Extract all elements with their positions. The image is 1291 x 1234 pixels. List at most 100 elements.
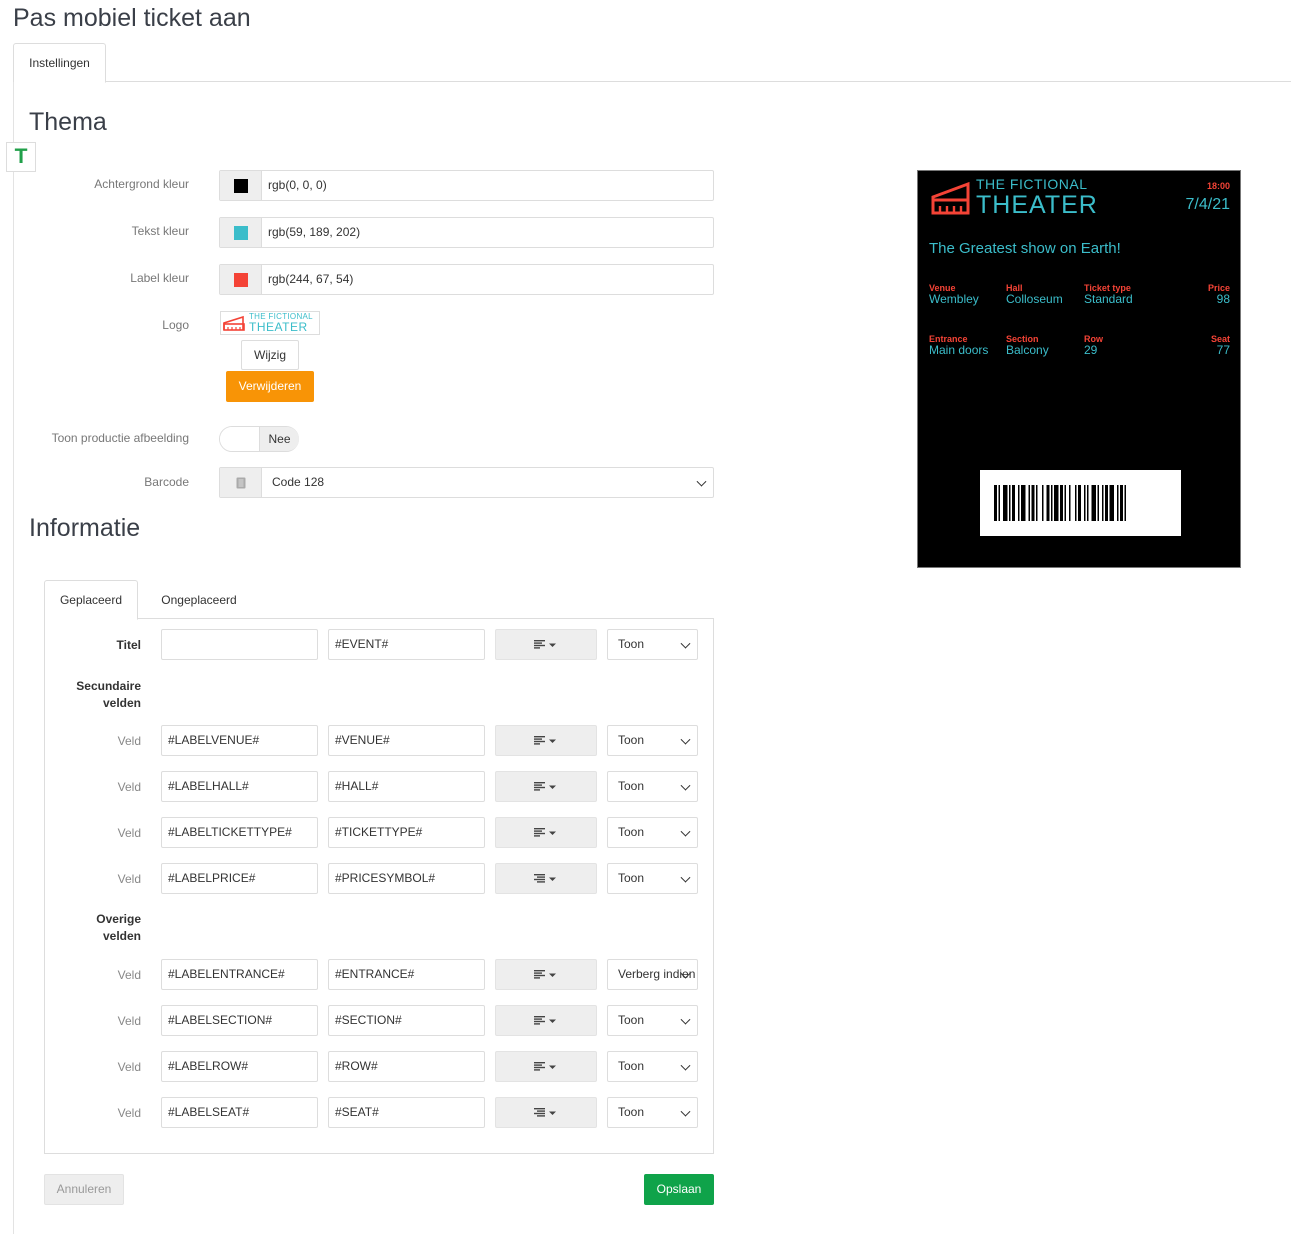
- main-tabs: Instellingen: [13, 43, 1291, 83]
- barcode-bar: [1124, 485, 1126, 521]
- field-visibility-select[interactable]: Toon: [607, 1097, 698, 1128]
- ticket-field-value: Colloseum: [1006, 292, 1063, 307]
- background-color-field[interactable]: rgb(0, 0, 0): [219, 170, 714, 201]
- secondary-fields-heading: Secundaire velden: [76, 678, 141, 712]
- field-align-button[interactable]: [495, 725, 597, 756]
- toggle-knob[interactable]: [220, 427, 260, 451]
- field-align-button[interactable]: [495, 1097, 597, 1128]
- label-color-input[interactable]: rgb(244, 67, 54): [262, 265, 713, 294]
- field-label-input[interactable]: #LABELVENUE#: [161, 725, 318, 756]
- save-button[interactable]: Opslaan: [644, 1174, 714, 1205]
- title-value-input[interactable]: #EVENT#: [328, 629, 485, 660]
- ticket-field: Seat 77: [1211, 334, 1230, 358]
- field-value-input[interactable]: #HALL#: [328, 771, 485, 802]
- field-visibility-select[interactable]: Toon: [607, 1051, 698, 1082]
- field-align-button[interactable]: [495, 959, 597, 990]
- field-visibility-select[interactable]: Toon: [607, 863, 698, 894]
- barcode-label: Barcode: [144, 475, 189, 489]
- background-color-label: Achtergrond kleur: [94, 177, 189, 191]
- logo-preview: THE FICTIONAL THEATER: [220, 311, 320, 335]
- label-color-picker[interactable]: [220, 265, 262, 294]
- barcode-graphic: [994, 485, 1126, 521]
- align-left-icon: [534, 969, 556, 979]
- barcode-select-value: Code 128: [272, 475, 325, 489]
- chevron-down-icon: [680, 872, 691, 883]
- barcode-bar: [1102, 485, 1104, 521]
- field-align-button[interactable]: [495, 1051, 597, 1082]
- barcode-bar: [1117, 485, 1119, 521]
- title-align-button[interactable]: [495, 629, 597, 660]
- theater-logo-icon: [931, 181, 970, 215]
- secondary-heading-line2: velden: [102, 696, 141, 710]
- barcode-select[interactable]: Code 128: [262, 468, 713, 497]
- field-visibility-value: Toon: [618, 825, 645, 839]
- barcode-bar: [1120, 485, 1123, 521]
- show-production-image-toggle[interactable]: Nee: [219, 426, 299, 452]
- field-value-input[interactable]: #TICKETTYPE#: [328, 817, 485, 848]
- info-tabs: Geplaceerd Ongeplaceerd: [44, 580, 714, 620]
- chevron-down-icon: [680, 1106, 691, 1117]
- ticket-field-value: 98: [1216, 292, 1230, 307]
- field-label-input[interactable]: #LABELENTRANCE#: [161, 959, 318, 990]
- remove-logo-button[interactable]: Verwijderen: [226, 371, 314, 402]
- field-visibility-select[interactable]: Verberg indien leeg: [607, 959, 698, 990]
- field-row-label: Veld: [117, 1106, 141, 1120]
- field-value-input[interactable]: #ENTRANCE#: [328, 959, 485, 990]
- cancel-button[interactable]: Annuleren: [44, 1174, 124, 1205]
- barcode-field[interactable]: Code 128: [219, 467, 714, 498]
- chevron-down-icon: [680, 1060, 691, 1071]
- tab-instellingen[interactable]: Instellingen: [13, 43, 106, 83]
- ticket-logo-line1: THE FICTIONAL: [976, 176, 1088, 192]
- text-color-picker[interactable]: [220, 218, 262, 247]
- field-value-input[interactable]: #PRICESYMBOL#: [328, 863, 485, 894]
- field-visibility-select[interactable]: Toon: [607, 817, 698, 848]
- field-label-input[interactable]: #LABELROW#: [161, 1051, 318, 1082]
- field-label-input[interactable]: #LABELPRICE#: [161, 863, 318, 894]
- barcode-bar: [1078, 485, 1081, 521]
- field-value-input[interactable]: #SEAT#: [328, 1097, 485, 1128]
- field-visibility-select[interactable]: Toon: [607, 771, 698, 802]
- align-right-icon: [534, 1107, 556, 1117]
- field-label-input[interactable]: #LABELHALL#: [161, 771, 318, 802]
- field-label-input[interactable]: #LABELSECTION#: [161, 1005, 318, 1036]
- background-color-picker[interactable]: [220, 171, 262, 200]
- align-right-icon: [534, 873, 556, 883]
- field-value-input[interactable]: #ROW#: [328, 1051, 485, 1082]
- text-color-input[interactable]: rgb(59, 189, 202): [262, 218, 713, 247]
- change-logo-button[interactable]: Wijzig: [241, 340, 299, 370]
- field-label-input[interactable]: #LABELTICKETTYPE#: [161, 817, 318, 848]
- label-color-field[interactable]: rgb(244, 67, 54): [219, 264, 714, 295]
- title-visibility-select[interactable]: Toon: [607, 629, 698, 660]
- barcode-bar: [1042, 485, 1044, 521]
- barcode-bar: [1105, 485, 1108, 521]
- barcode-bar: [1097, 485, 1099, 521]
- field-align-button[interactable]: [495, 863, 597, 894]
- ticket-field-value: Balcony: [1006, 343, 1049, 358]
- barcode-bar: [1003, 485, 1008, 521]
- field-visibility-value: Toon: [618, 1105, 645, 1119]
- field-label-input[interactable]: #LABELSEAT#: [161, 1097, 318, 1128]
- text-color-field[interactable]: rgb(59, 189, 202): [219, 217, 714, 248]
- barcode-bar: [994, 485, 997, 521]
- field-visibility-select[interactable]: Toon: [607, 725, 698, 756]
- ticket-time: 18:00: [1206, 181, 1230, 191]
- ticket-field-value: Wembley: [929, 292, 979, 307]
- field-value-input[interactable]: #SECTION#: [328, 1005, 485, 1036]
- field-align-button[interactable]: [495, 1005, 597, 1036]
- label-color-swatch: [233, 272, 248, 287]
- tab-ongeplaceerd[interactable]: Ongeplaceerd: [148, 580, 250, 620]
- theme-badge[interactable]: T: [6, 142, 36, 172]
- field-value-input[interactable]: #VENUE#: [328, 725, 485, 756]
- chevron-down-icon: [680, 780, 691, 791]
- text-color-swatch: [233, 225, 248, 240]
- background-color-input[interactable]: rgb(0, 0, 0): [262, 171, 713, 200]
- toggle-state: Nee: [260, 427, 299, 451]
- title-label-input[interactable]: [161, 629, 318, 660]
- tab-geplaceerd[interactable]: Geplaceerd: [44, 580, 138, 620]
- barcode-bar: [1051, 485, 1053, 521]
- field-align-button[interactable]: [495, 817, 597, 848]
- field-align-button[interactable]: [495, 771, 597, 802]
- field-visibility-value: Toon: [618, 1013, 645, 1027]
- field-visibility-select[interactable]: Toon: [607, 1005, 698, 1036]
- field-row-label: Veld: [117, 1060, 141, 1074]
